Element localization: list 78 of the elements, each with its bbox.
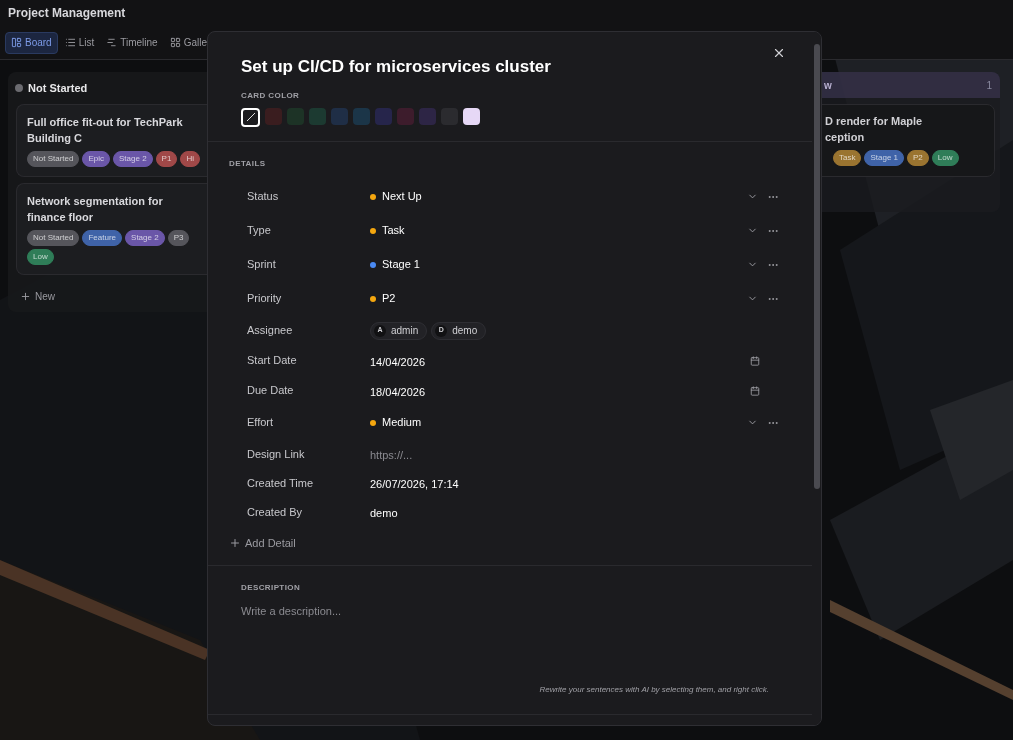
column-title: Not Started	[28, 80, 88, 96]
field-value: demo	[370, 507, 398, 519]
color-swatch[interactable]	[397, 107, 414, 125]
color-swatch[interactable]	[353, 107, 370, 125]
field-value[interactable]: 18/04/2026	[370, 385, 426, 398]
view-tab[interactable]: Board	[5, 31, 58, 54]
timeline-icon	[106, 37, 118, 48]
field-value[interactable]: Stage 1	[382, 256, 420, 273]
color-swatch[interactable]	[463, 107, 480, 125]
field-label: Design Link	[247, 446, 306, 462]
color-swatch[interactable]	[375, 107, 392, 125]
tag: Stage 2	[125, 230, 165, 246]
app-title: Project Management	[8, 5, 126, 22]
list-icon	[64, 37, 76, 48]
column-title: w	[824, 78, 832, 93]
field-label: Assignee	[247, 323, 294, 339]
calendar-icon[interactable]	[750, 355, 760, 366]
color-swatch[interactable]	[309, 107, 326, 125]
section-label: CARD COLOR	[241, 89, 301, 102]
task-card[interactable]: Full office fit-out for TechPark Building C Not Started Epic Stage 2 P1 Hi	[16, 104, 207, 177]
card-title: Full office fit-out for TechPark Building C	[27, 115, 184, 146]
field-value: 26/07/2026, 17:14	[370, 478, 459, 490]
tag: Not Started	[27, 230, 80, 246]
field-value[interactable]: Next Up	[382, 188, 422, 205]
new-button[interactable]: New	[8, 287, 67, 305]
field-label: Due Date	[247, 383, 295, 399]
scrollbar[interactable]	[812, 32, 821, 725]
card-title: ception	[825, 130, 866, 145]
tag: Stage 2	[113, 151, 153, 167]
field-value[interactable]: P2	[382, 290, 396, 307]
field-label: Created By	[247, 504, 304, 520]
color-swatch[interactable]	[419, 107, 436, 125]
tag: P3	[167, 230, 190, 246]
description-field[interactable]: Write a description...	[241, 603, 779, 684]
grid-icon	[169, 37, 181, 48]
plus-icon	[20, 290, 31, 302]
close-icon	[772, 46, 786, 60]
field-value[interactable]: Medium	[382, 414, 422, 431]
tag: Feature	[82, 230, 123, 246]
calendar-icon[interactable]	[750, 385, 760, 396]
board-icon	[11, 37, 22, 48]
field-label: Priority	[247, 291, 283, 307]
color-swatch[interactable]	[331, 107, 348, 125]
view-tab[interactable]: Galle	[164, 31, 213, 54]
add-detail-button[interactable]: Add Detail	[229, 534, 296, 551]
link-field[interactable]: https://...	[370, 447, 570, 464]
tag: P2	[907, 150, 929, 166]
field-label: Created Time	[247, 475, 315, 491]
card-title: Network segmentation for finance floor	[27, 194, 164, 225]
slash-icon	[245, 112, 256, 122]
ai-hint: Rewrite your sentences with AI by selecting them, and right click.	[538, 684, 770, 696]
field-label: Start Date	[247, 353, 298, 369]
tag: Low	[27, 249, 54, 265]
dialog-title: Set up CI/CD for microservices cluster	[241, 56, 552, 78]
tag: Not Started	[27, 151, 80, 167]
view-tab[interactable]: Timeline	[101, 31, 163, 54]
tag: Task	[833, 150, 862, 166]
field-label: Type	[247, 223, 272, 239]
color-swatch[interactable]	[287, 107, 304, 125]
tag: P1	[155, 151, 178, 167]
field-value[interactable]: Task	[382, 222, 405, 239]
task-card[interactable]: Network segmentation for finance floor Not Started Feature Stage 2 P3 Low	[16, 183, 207, 275]
section-label: DETAILS	[229, 157, 267, 170]
count-label: 1	[986, 78, 992, 93]
field-label: Sprint	[247, 257, 277, 273]
card-title: D render for Maple	[825, 114, 924, 129]
field-label: Status	[247, 189, 280, 205]
tag: Stage 1	[864, 150, 905, 166]
tag: Epic	[82, 151, 111, 167]
color-swatch[interactable]	[265, 107, 282, 125]
tag: Hi	[180, 151, 200, 167]
tag: Low	[931, 150, 959, 166]
section-label: DESCRIPTION	[241, 582, 302, 594]
field-label: Effort	[247, 415, 275, 431]
plus-icon	[229, 536, 241, 549]
view-tab[interactable]: List	[59, 31, 100, 54]
no-color-swatch[interactable]	[241, 107, 260, 127]
field-value[interactable]: 14/04/2026	[370, 355, 426, 368]
